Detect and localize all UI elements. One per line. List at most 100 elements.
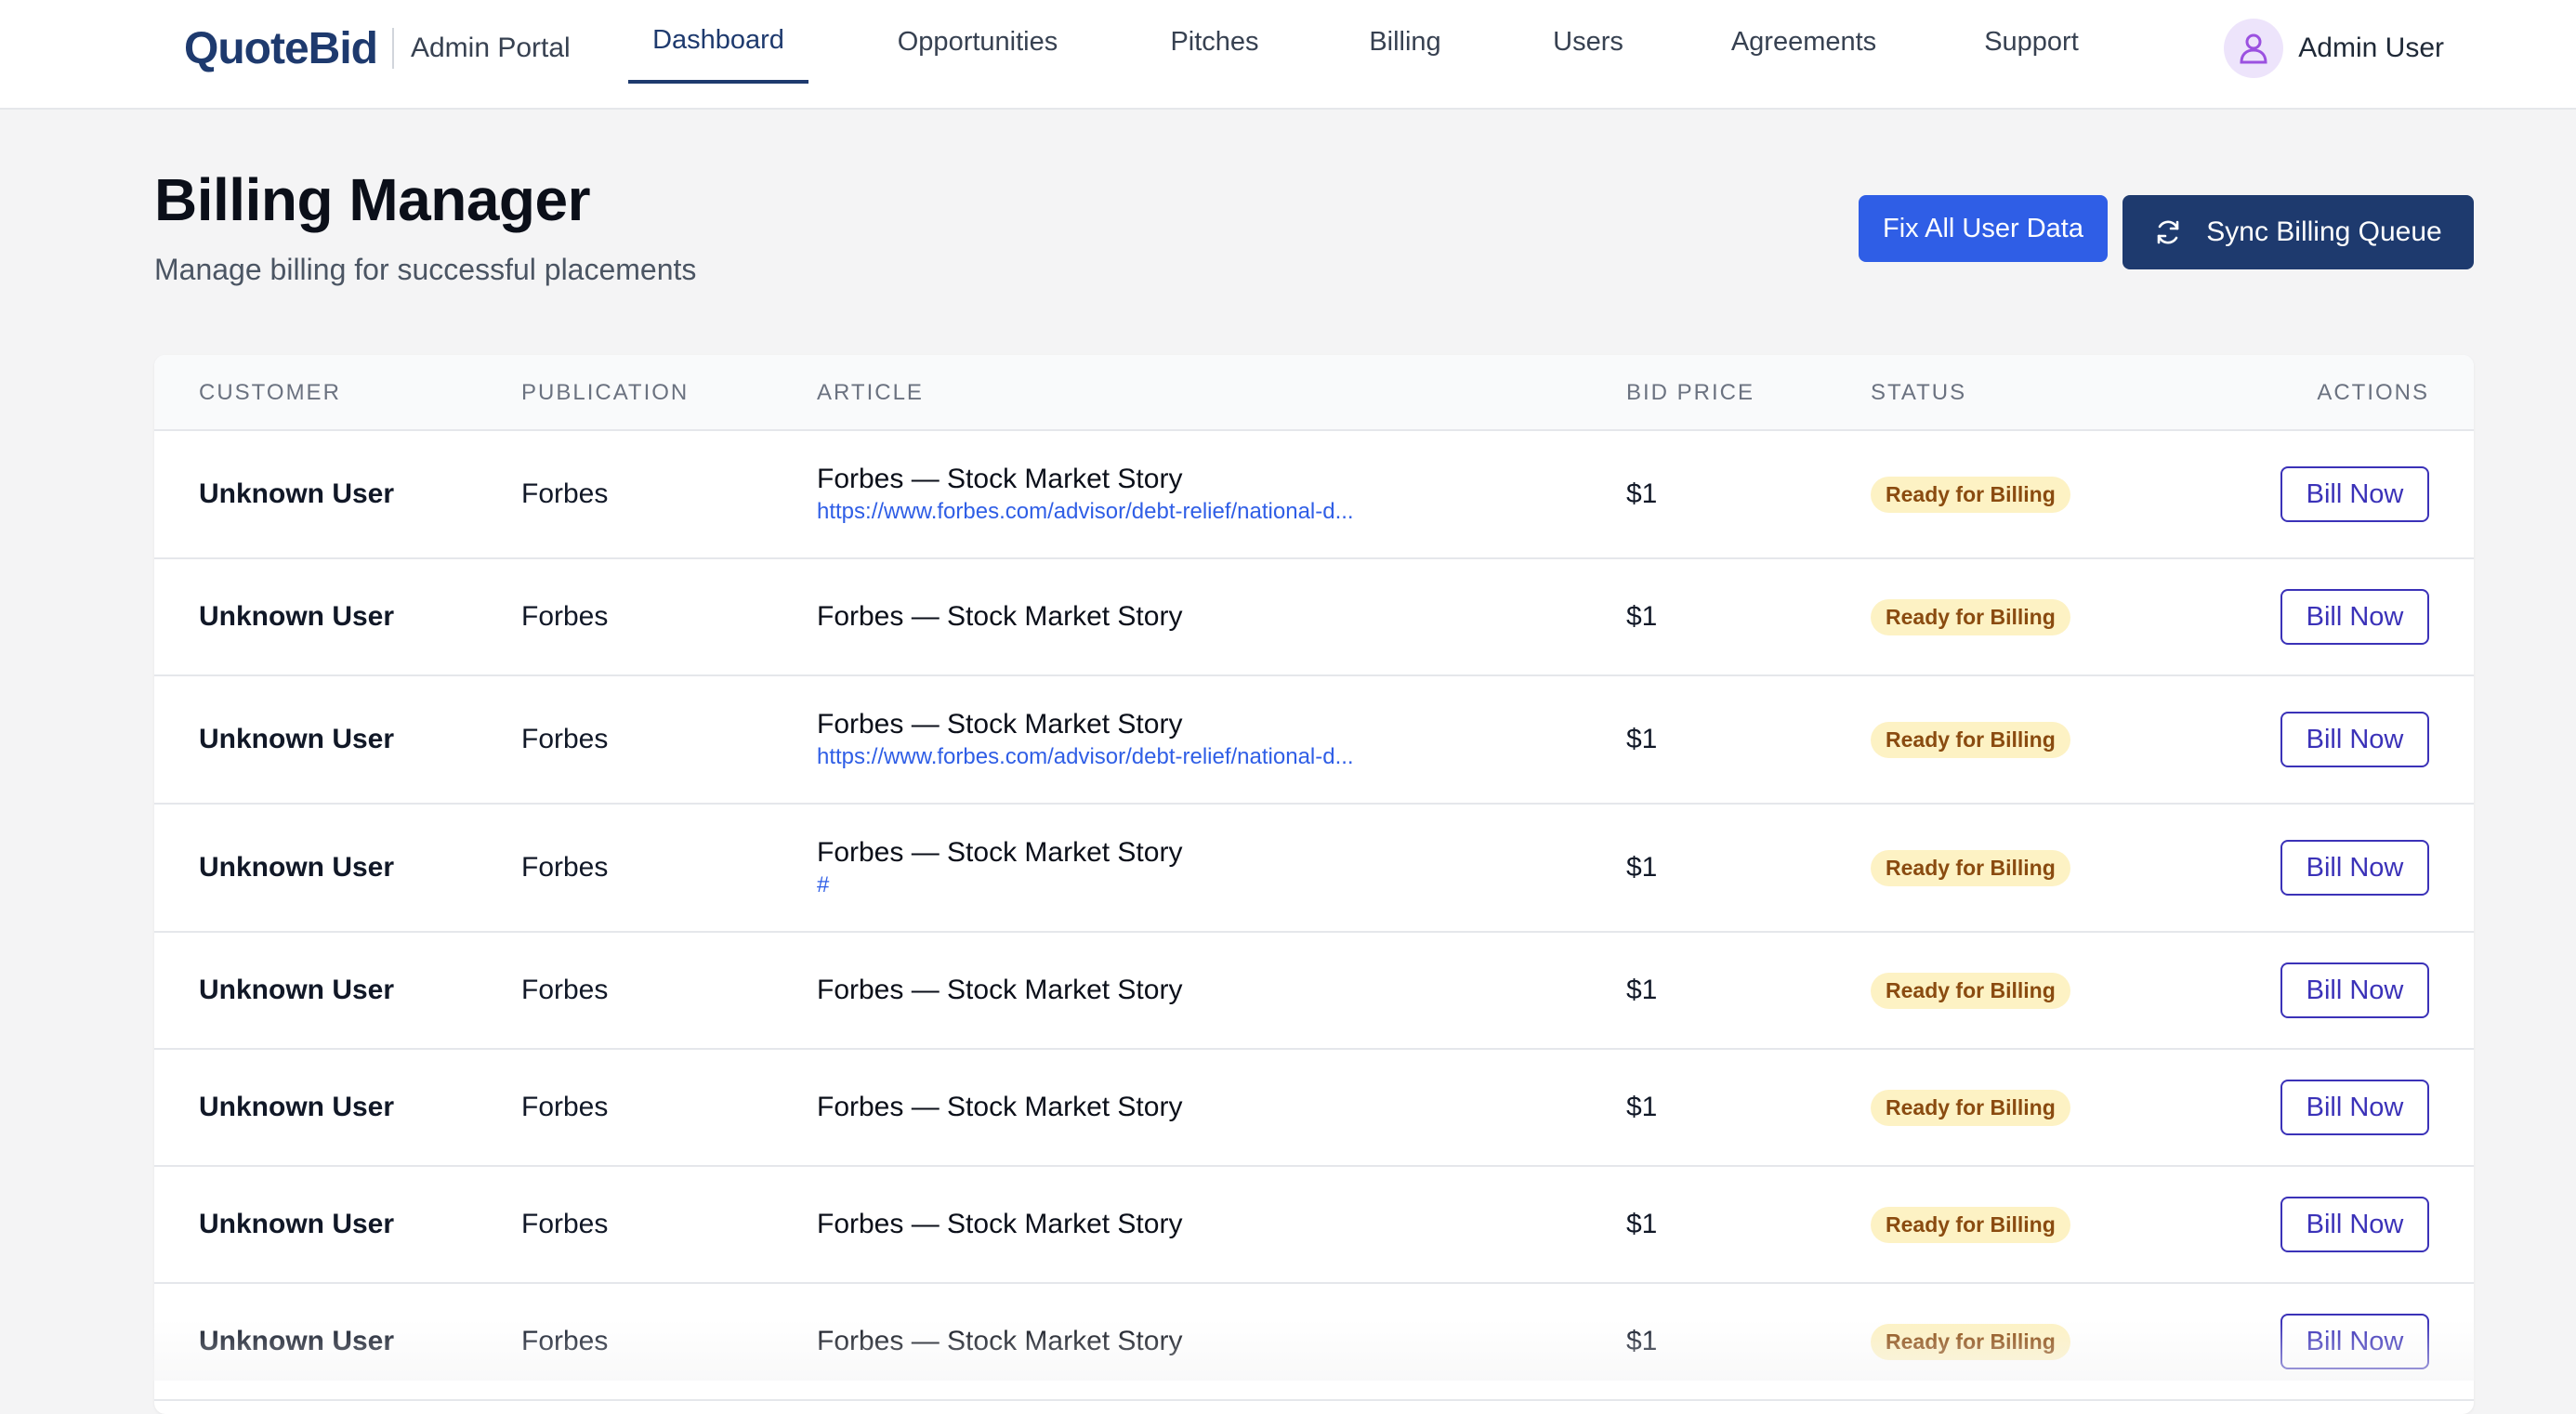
nav-agreements[interactable]: Agreements <box>1708 0 1899 84</box>
refresh-icon <box>2157 220 2179 244</box>
status-badge: Ready for Billing <box>1871 476 2070 513</box>
status-badge: Ready for Billing <box>1871 972 2070 1009</box>
bid-price-cell: $1 <box>1626 1092 1658 1122</box>
publication-cell: Forbes <box>521 1092 609 1122</box>
customer-cell: Unknown User <box>199 478 395 509</box>
column-customer: Customer <box>199 380 341 405</box>
table-row: Unknown User Forbes Forbes — Stock Marke… <box>154 676 2474 805</box>
user-menu[interactable]: Admin User <box>2224 19 2444 78</box>
column-publication: Publication <box>521 380 690 405</box>
nav-pitches[interactable]: Pitches <box>1145 0 1284 84</box>
top-navigation-bar: QuoteBid Admin Portal Dashboard Opportun… <box>0 0 2576 110</box>
article-cell: Forbes — Stock Market Story <box>817 1284 1182 1399</box>
bill-now-button[interactable]: Bill Now <box>2280 1080 2429 1135</box>
article-cell: Forbes — Stock Market Story <box>817 559 1182 674</box>
actions-cell: Bill Now <box>2280 1167 2429 1282</box>
bill-now-button[interactable]: Bill Now <box>2280 466 2429 522</box>
table-row: Unknown User Forbes Forbes — Stock Marke… <box>154 1167 2474 1284</box>
status-badge: Ready for Billing <box>1871 849 2070 886</box>
nav-users[interactable]: Users <box>1528 0 1649 84</box>
actions-cell: Bill Now <box>2280 559 2429 674</box>
status-cell: Ready for Billing <box>1871 933 2070 1048</box>
bid-price-cell: $1 <box>1626 852 1658 883</box>
publication-cell: Forbes <box>521 1209 609 1239</box>
column-status: Status <box>1871 380 1967 405</box>
status-badge: Ready for Billing <box>1871 1089 2070 1126</box>
fix-all-user-data-button[interactable]: Fix All User Data <box>1859 195 2108 262</box>
table-row: Unknown User Forbes Forbes — Stock Marke… <box>154 933 2474 1050</box>
article-title: Forbes — Stock Market Story <box>817 464 1183 494</box>
article-cell: Forbes — Stock Market Story # <box>817 805 1182 931</box>
article-link[interactable]: # <box>817 872 829 898</box>
status-cell: Ready for Billing <box>1871 676 2070 803</box>
actions-cell: Bill Now <box>2280 933 2429 1048</box>
user-icon[interactable] <box>2224 19 2284 78</box>
article-title: Forbes — Stock Market Story <box>817 709 1183 740</box>
nav-billing[interactable]: Billing <box>1342 0 1468 84</box>
article-link[interactable]: https://www.forbes.com/advisor/debt-reli… <box>817 744 1354 770</box>
status-cell: Ready for Billing <box>1871 805 2070 931</box>
nav-opportunities[interactable]: Opportunities <box>866 0 1089 84</box>
table-row: Unknown User Forbes Forbes — Stock Marke… <box>154 559 2474 676</box>
customer-cell: Unknown User <box>199 601 395 632</box>
column-actions: Actions <box>2317 380 2429 405</box>
customer-cell: Unknown User <box>199 1092 395 1122</box>
bill-now-button[interactable]: Bill Now <box>2280 1197 2429 1252</box>
customer-cell: Unknown User <box>199 1326 395 1356</box>
bid-price-cell: $1 <box>1626 724 1658 754</box>
table-row: Unknown User Forbes Forbes — Stock Marke… <box>154 1284 2474 1401</box>
customer-cell: Unknown User <box>199 852 395 883</box>
user-name[interactable]: Admin User <box>2298 33 2444 64</box>
article-cell: Forbes — Stock Market Story https://www.… <box>817 431 1354 557</box>
brand[interactable]: QuoteBid Admin Portal <box>184 22 571 74</box>
customer-cell: Unknown User <box>199 975 395 1005</box>
nav-support[interactable]: Support <box>1957 0 2106 84</box>
article-cell: Forbes — Stock Market Story <box>817 933 1182 1048</box>
actions-cell: Bill Now <box>2280 805 2429 931</box>
table-row: Unknown User Forbes Forbes — Stock Marke… <box>154 431 2474 559</box>
bid-price-cell: $1 <box>1626 601 1658 632</box>
status-badge: Ready for Billing <box>1871 1206 2070 1243</box>
bid-price-cell: $1 <box>1626 478 1658 509</box>
page-subtitle: Manage billing for successful placements <box>154 253 697 286</box>
publication-cell: Forbes <box>521 975 609 1005</box>
brand-divider <box>391 28 394 69</box>
status-badge: Ready for Billing <box>1871 721 2070 758</box>
nav-dashboard[interactable]: Dashboard <box>628 0 808 84</box>
status-cell: Ready for Billing <box>1871 559 2070 674</box>
brand-logo[interactable]: QuoteBid <box>184 23 378 74</box>
actions-cell: Bill Now <box>2280 676 2429 803</box>
bid-price-cell: $1 <box>1626 1326 1658 1356</box>
status-cell: Ready for Billing <box>1871 431 2070 557</box>
bill-now-button[interactable]: Bill Now <box>2280 840 2429 896</box>
bill-now-button[interactable]: Bill Now <box>2280 1314 2429 1369</box>
page-title: Billing Manager <box>154 166 591 233</box>
billing-table: Customer Publication Article Bid Price S… <box>154 355 2474 1414</box>
sync-billing-queue-label: Sync Billing Queue <box>2206 216 2442 247</box>
status-cell: Ready for Billing <box>1871 1167 2070 1282</box>
status-cell: Ready for Billing <box>1871 1284 2070 1399</box>
status-cell: Ready for Billing <box>1871 1050 2070 1165</box>
article-title: Forbes — Stock Market Story <box>817 1092 1183 1122</box>
column-article: Article <box>817 380 924 405</box>
bid-price-cell: $1 <box>1626 975 1658 1005</box>
table-row: Unknown User Forbes Forbes — Stock Marke… <box>154 805 2474 933</box>
portal-label: Admin Portal <box>410 33 571 63</box>
article-title: Forbes — Stock Market Story <box>817 1209 1183 1239</box>
bill-now-button[interactable]: Bill Now <box>2280 589 2429 645</box>
status-badge: Ready for Billing <box>1871 1323 2070 1360</box>
publication-cell: Forbes <box>521 601 609 632</box>
bill-now-button[interactable]: Bill Now <box>2280 712 2429 767</box>
bill-now-button[interactable]: Bill Now <box>2280 962 2429 1018</box>
customer-cell: Unknown User <box>199 1209 395 1239</box>
actions-cell: Bill Now <box>2280 1050 2429 1165</box>
sync-billing-queue-button[interactable]: Sync Billing Queue <box>2123 195 2474 269</box>
customer-cell: Unknown User <box>199 724 395 754</box>
publication-cell: Forbes <box>521 852 609 883</box>
publication-cell: Forbes <box>521 1326 609 1356</box>
article-title: Forbes — Stock Market Story <box>817 975 1183 1005</box>
actions-cell: Bill Now <box>2280 431 2429 557</box>
column-bid-price: Bid Price <box>1626 380 1755 405</box>
article-cell: Forbes — Stock Market Story <box>817 1167 1182 1282</box>
article-link[interactable]: https://www.forbes.com/advisor/debt-reli… <box>817 499 1354 525</box>
